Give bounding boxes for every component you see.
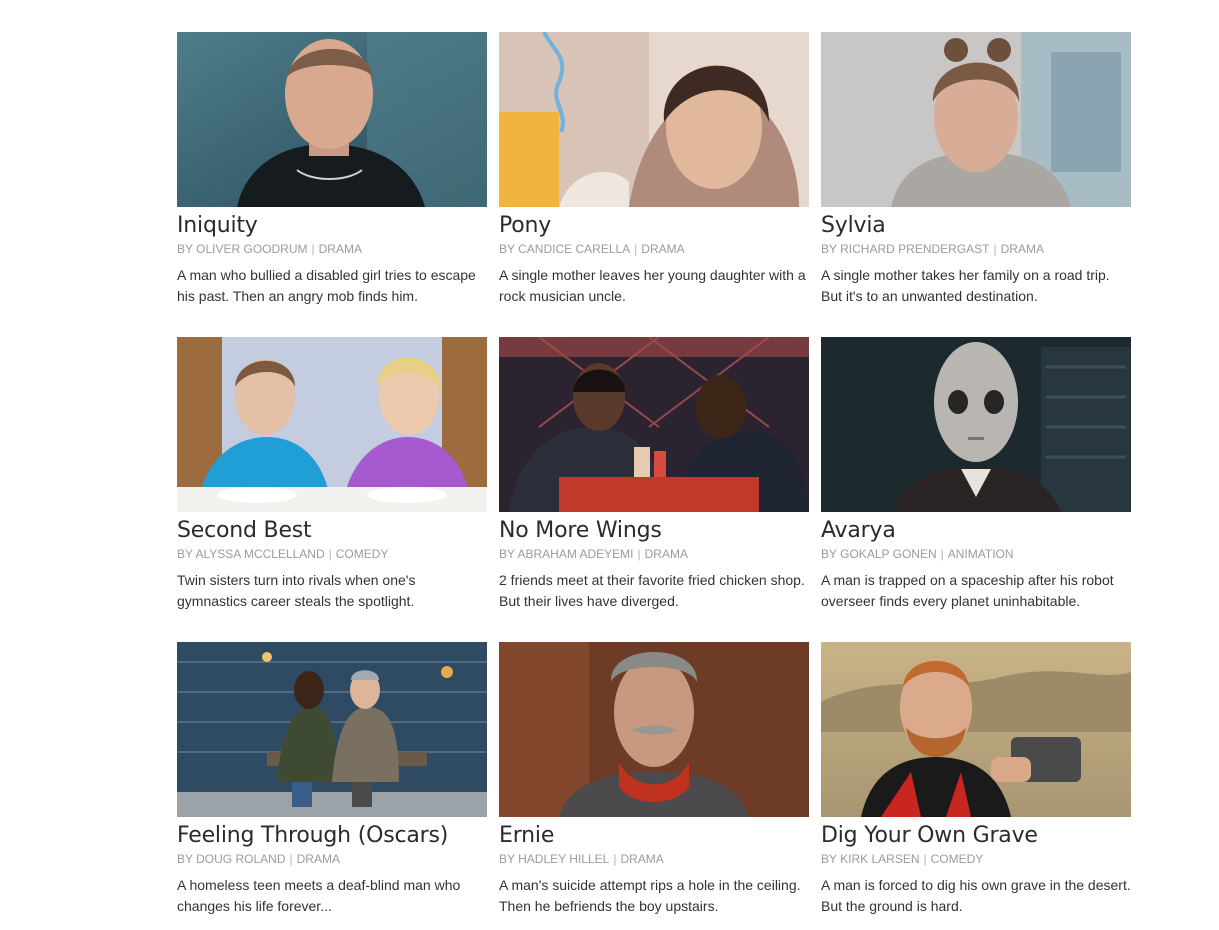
- portrait-thumbnail-art: [499, 32, 809, 207]
- film-title[interactable]: Avarya: [821, 516, 1131, 546]
- meta-separator: |: [637, 547, 641, 561]
- film-card-ernie[interactable]: Ernie BY HADLEY HILLEL | DRAMA A man's sui…: [499, 642, 809, 917]
- film-meta: BY DOUG ROLAND | DRAMA: [177, 851, 487, 867]
- film-title[interactable]: Pony: [499, 211, 809, 241]
- film-meta: BY GOKALP GONEN | ANIMATION: [821, 546, 1131, 562]
- film-description: A man is forced to dig his own grave in …: [821, 877, 1131, 914]
- film-meta: BY OLIVER GOODRUM | DRAMA: [177, 241, 487, 257]
- film-title[interactable]: Second Best: [177, 516, 487, 546]
- two-people-thumbnail-art: [499, 337, 809, 512]
- meta-separator: |: [940, 547, 944, 561]
- film-genre: DRAMA: [641, 242, 685, 256]
- film-genre: DRAMA: [644, 547, 688, 561]
- film-thumbnail-second-best[interactable]: [177, 337, 487, 512]
- meta-separator: |: [328, 547, 332, 561]
- film-genre: ANIMATION: [947, 547, 1014, 561]
- portrait-thumbnail-art: [821, 32, 1131, 207]
- film-genre: COMEDY: [335, 547, 389, 561]
- meta-separator: |: [289, 852, 293, 866]
- film-meta: BY HADLEY HILLEL | DRAMA: [499, 851, 809, 867]
- alien-thumbnail-art: [821, 337, 1131, 512]
- film-card-dig-your-own-grave[interactable]: Dig Your Own Grave BY KIRK LARSEN | COMEDY…: [821, 642, 1131, 917]
- by-prefix: BY: [177, 852, 193, 866]
- film-director: ALYSSA MCCLELLAND: [195, 547, 325, 561]
- film-genre: DRAMA: [1000, 242, 1044, 256]
- film-genre: DRAMA: [620, 852, 664, 866]
- two-people-thumbnail-art: [177, 337, 487, 512]
- film-description: Twin sisters turn into rivals when one's…: [177, 572, 416, 609]
- film-meta: BY ABRAHAM ADEYEMI | DRAMA: [499, 546, 809, 562]
- by-prefix: BY: [499, 852, 515, 866]
- film-meta: BY RICHARD PRENDERGAST | DRAMA: [821, 241, 1131, 257]
- film-thumbnail-feeling-through[interactable]: [177, 642, 487, 817]
- film-thumbnail-ernie[interactable]: [499, 642, 809, 817]
- portrait-thumbnail-art: [821, 642, 1131, 817]
- film-description: A single mother leaves her young daughte…: [499, 267, 806, 304]
- film-card-avarya[interactable]: Avarya BY GOKALP GONEN | ANIMATION A man i…: [821, 337, 1131, 612]
- film-description: A man's suicide attempt rips a hole in t…: [499, 877, 801, 914]
- film-title[interactable]: No More Wings: [499, 516, 809, 546]
- by-prefix: BY: [177, 242, 193, 256]
- film-director: CANDICE CARELLA: [518, 242, 631, 256]
- by-prefix: BY: [499, 547, 515, 561]
- film-director: OLIVER GOODRUM: [196, 242, 308, 256]
- meta-separator: |: [923, 852, 927, 866]
- film-genre: COMEDY: [930, 852, 984, 866]
- film-meta: BY CANDICE CARELLA | DRAMA: [499, 241, 809, 257]
- film-description: A single mother takes her family on a ro…: [821, 267, 1110, 304]
- film-thumbnail-pony[interactable]: [499, 32, 809, 207]
- film-thumbnail-iniquity[interactable]: [177, 32, 487, 207]
- film-meta: BY KIRK LARSEN | COMEDY: [821, 851, 1131, 867]
- meta-separator: |: [634, 242, 638, 256]
- film-thumbnail-sylvia[interactable]: [821, 32, 1131, 207]
- film-card-no-more-wings[interactable]: No More Wings BY ABRAHAM ADEYEMI | DRAMA 2…: [499, 337, 809, 612]
- film-director: RICHARD PRENDERGAST: [840, 242, 990, 256]
- portrait-thumbnail-art: [499, 642, 809, 817]
- film-director: DOUG ROLAND: [196, 852, 286, 866]
- film-card-second-best[interactable]: Second Best BY ALYSSA MCCLELLAND | COMEDY …: [177, 337, 487, 612]
- portrait-thumbnail-art: [177, 32, 487, 207]
- film-thumbnail-no-more-wings[interactable]: [499, 337, 809, 512]
- film-title[interactable]: Dig Your Own Grave: [821, 821, 1131, 851]
- film-title[interactable]: Sylvia: [821, 211, 1131, 241]
- film-grid: Iniquity BY OLIVER GOODRUM | DRAMA A man w…: [177, 32, 1131, 917]
- film-description: 2 friends meet at their favorite fried c…: [499, 572, 805, 609]
- meta-separator: |: [993, 242, 997, 256]
- film-card-pony[interactable]: Pony BY CANDICE CARELLA | DRAMA A single m…: [499, 32, 809, 307]
- film-director: GOKALP GONEN: [840, 547, 937, 561]
- film-thumbnail-avarya[interactable]: [821, 337, 1131, 512]
- film-card-sylvia[interactable]: Sylvia BY RICHARD PRENDERGAST | DRAMA A si…: [821, 32, 1131, 307]
- film-meta: BY ALYSSA MCCLELLAND | COMEDY: [177, 546, 487, 562]
- film-director: ABRAHAM ADEYEMI: [517, 547, 634, 561]
- two-people-thumbnail-art: [177, 642, 487, 817]
- film-card-iniquity[interactable]: Iniquity BY OLIVER GOODRUM | DRAMA A man w…: [177, 32, 487, 307]
- film-director: HADLEY HILLEL: [518, 852, 610, 866]
- meta-separator: |: [311, 242, 315, 256]
- film-thumbnail-dig-your-own-grave[interactable]: [821, 642, 1131, 817]
- film-description: A man is trapped on a spaceship after hi…: [821, 572, 1114, 609]
- by-prefix: BY: [821, 852, 837, 866]
- by-prefix: BY: [821, 547, 837, 561]
- by-prefix: BY: [499, 242, 515, 256]
- film-title[interactable]: Feeling Through (Oscars): [177, 821, 487, 851]
- film-genre: DRAMA: [318, 242, 362, 256]
- meta-separator: |: [613, 852, 617, 866]
- film-description: A homeless teen meets a deaf-blind man w…: [177, 877, 461, 914]
- film-genre: DRAMA: [296, 852, 340, 866]
- film-description: A man who bullied a disabled girl tries …: [177, 267, 476, 304]
- film-director: KIRK LARSEN: [840, 852, 920, 866]
- film-card-feeling-through[interactable]: Feeling Through (Oscars) BY DOUG ROLAND |…: [177, 642, 487, 917]
- film-title[interactable]: Iniquity: [177, 211, 487, 241]
- by-prefix: BY: [177, 547, 193, 561]
- by-prefix: BY: [821, 242, 837, 256]
- film-title[interactable]: Ernie: [499, 821, 809, 851]
